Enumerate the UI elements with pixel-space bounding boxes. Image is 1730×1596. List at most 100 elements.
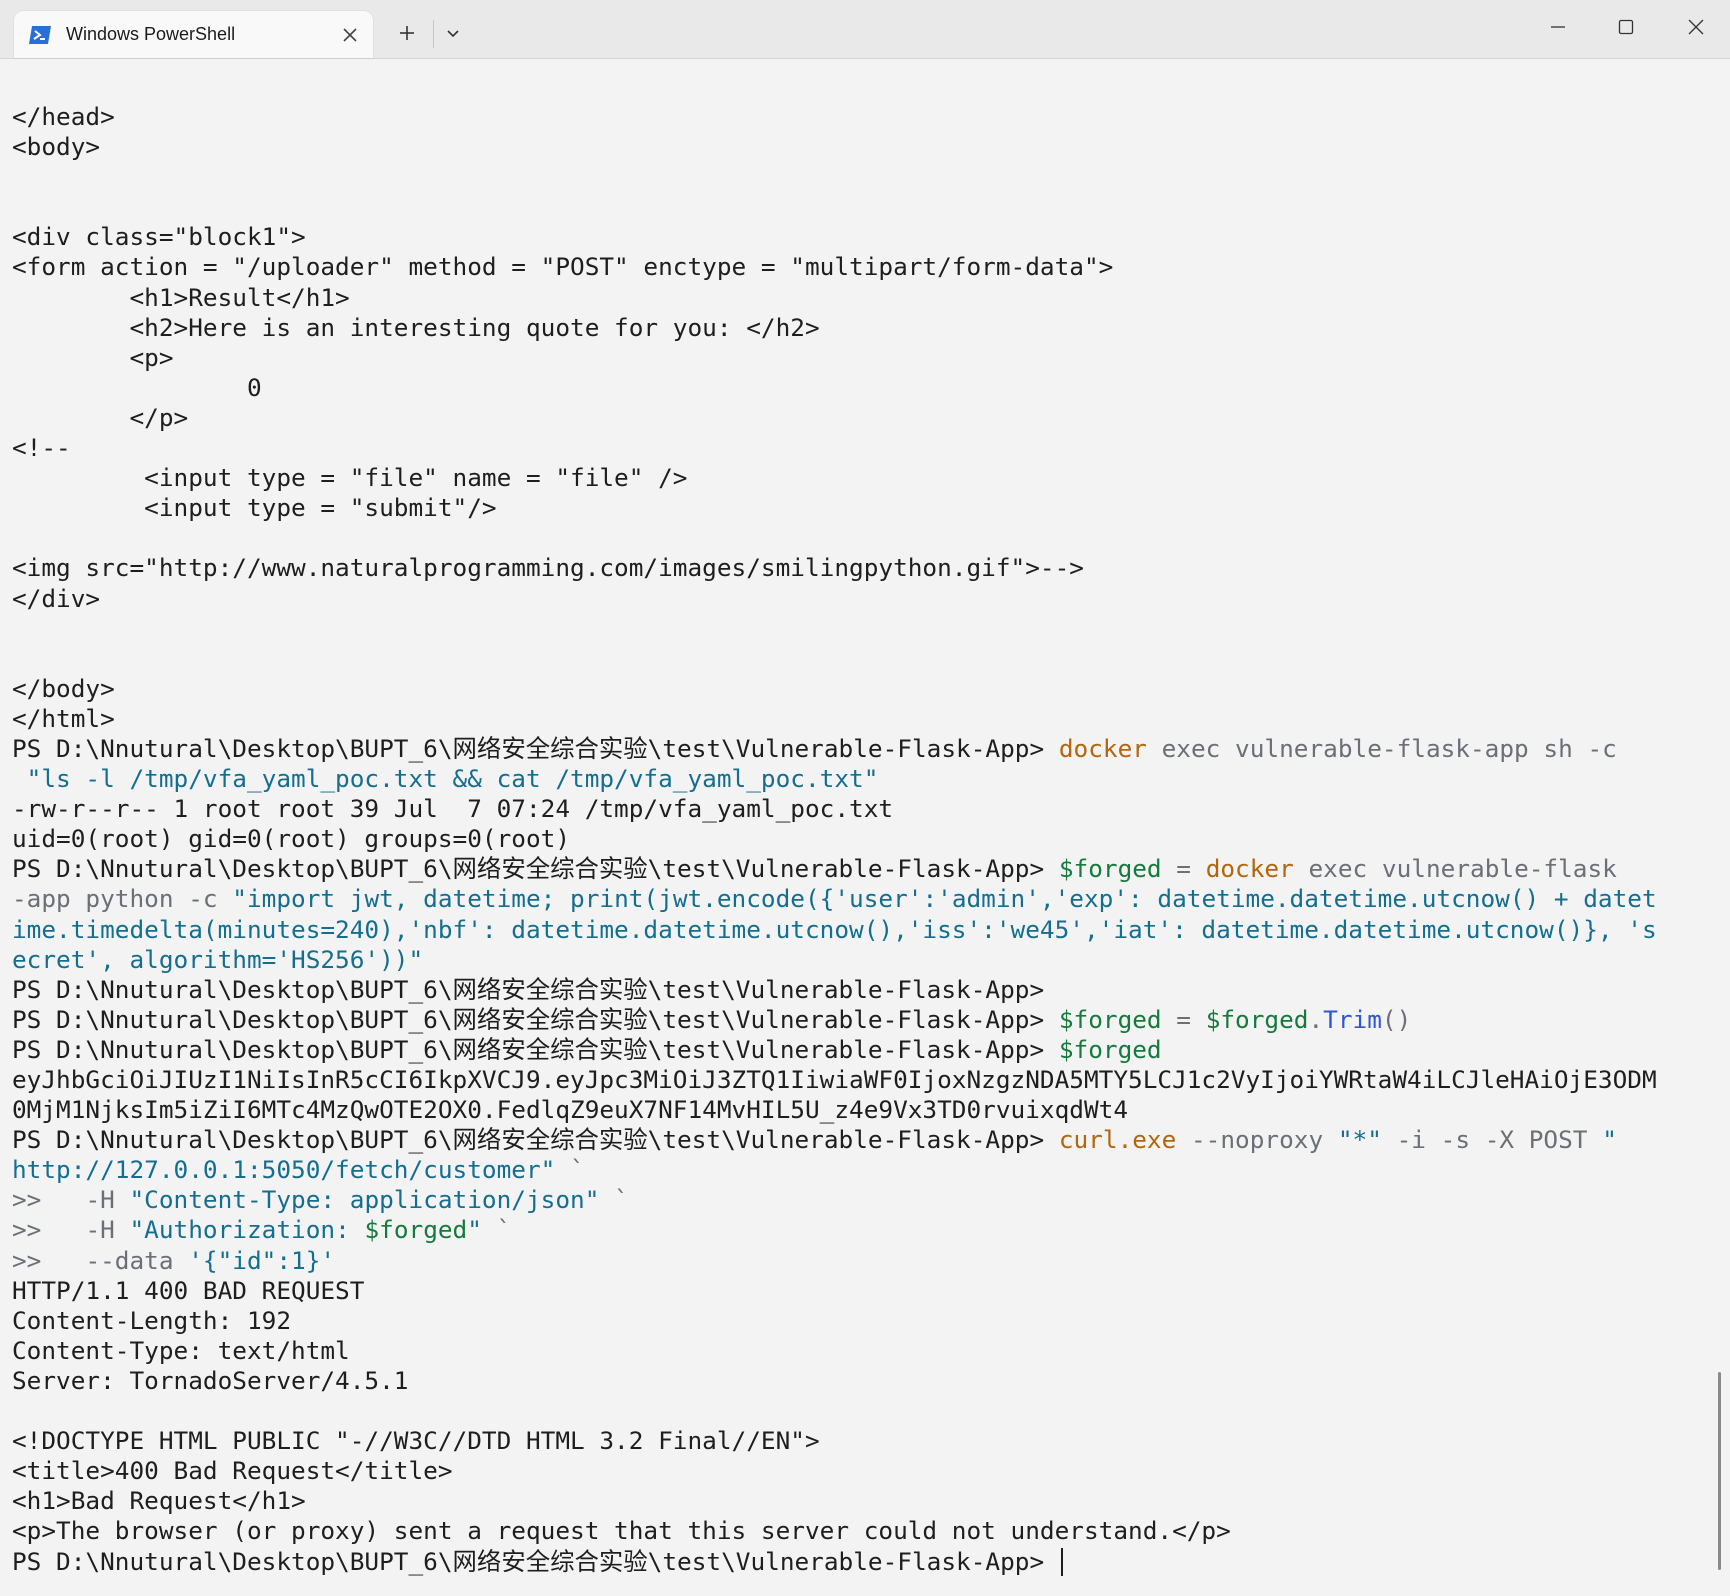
terminal-text: <input type = "submit"/> xyxy=(12,493,497,523)
terminal-text: 0 xyxy=(12,372,262,402)
terminal-text: </body> xyxy=(12,673,115,703)
terminal-line: <input type = "submit"/> xyxy=(12,493,1712,523)
terminal-text: 0MjM1NjksIm5iZiI6MTc4MzQwOTE2OX0.FedlqZ9… xyxy=(12,1095,1129,1125)
terminal-text: <h2>Here is an interesting quote for you… xyxy=(12,312,820,342)
terminal-text: <img src="http://www.naturalprogramming.… xyxy=(12,553,1084,583)
terminal-line: <!DOCTYPE HTML PUBLIC "-//W3C//DTD HTML … xyxy=(12,1426,1712,1456)
minimize-button[interactable] xyxy=(1543,14,1573,44)
terminal-text: >> xyxy=(12,1245,86,1275)
terminal-line: >> -H "Content-Type: application/json" ` xyxy=(12,1185,1712,1215)
terminal-text: -H xyxy=(85,1185,130,1215)
terminal-text: "*" xyxy=(1337,1125,1382,1155)
terminal-line: PS D:\Nnutural\Desktop\BUPT_6\网络安全综合实验\t… xyxy=(12,1035,1712,1065)
terminal-line: </div> xyxy=(12,584,1712,614)
title-bar: Windows PowerShell xyxy=(0,0,1730,59)
terminal-text: $forged xyxy=(1058,854,1162,884)
minimize-icon xyxy=(1549,18,1567,40)
terminal-text: <body> xyxy=(12,132,101,162)
terminal-text: Content-Length: 192 xyxy=(12,1305,292,1335)
terminal-text: <h1>Result</h1> xyxy=(12,282,350,312)
terminal-text: PS D:\Nnutural\Desktop\BUPT_6\网络安全综合实验\t… xyxy=(12,1034,1059,1064)
terminal-text: PS D:\Nnutural\Desktop\BUPT_6\网络安全综合实验\t… xyxy=(12,1546,1059,1576)
terminal-line: >> -H "Authorization: $forged" ` xyxy=(12,1215,1712,1245)
terminal-text: ` xyxy=(555,1155,585,1185)
terminal-text: --data xyxy=(85,1245,189,1275)
terminal-text: uid=0(root) gid=0(root) groups=0(root) xyxy=(12,824,571,854)
terminal-text: " xyxy=(467,1215,482,1245)
terminal-text: >> xyxy=(12,1185,86,1215)
terminal-line: HTTP/1.1 400 BAD REQUEST xyxy=(12,1276,1712,1306)
maximize-button[interactable] xyxy=(1611,14,1641,44)
terminal-output[interactable]: </head> <body> <div class="block1"> <form a… xyxy=(12,102,1712,1582)
terminal-line: "ls -l /tmp/vfa_yaml_poc.txt && cat /tmp… xyxy=(12,764,1712,794)
tab-dropdown-button[interactable] xyxy=(436,18,470,52)
terminal-text: . xyxy=(1308,1004,1324,1034)
terminal-line: <div class="block1"> xyxy=(12,222,1712,252)
powershell-icon xyxy=(28,25,52,45)
new-tab-button[interactable] xyxy=(390,18,424,52)
terminal-text: exec vulnerable-flask-app sh -c xyxy=(1146,733,1617,763)
terminal-text: exec vulnerable-flask xyxy=(1293,854,1617,884)
terminal-line: eyJhbGciOiJIUzI1NiIsInR5cCI6IkpXVCJ9.eyJ… xyxy=(12,1065,1712,1095)
terminal-line: ecret', algorithm='HS256'))" xyxy=(12,945,1712,975)
tab-title: Windows PowerShell xyxy=(66,24,236,44)
terminal-text: <form action = "/uploader" method = "POS… xyxy=(12,252,1114,282)
close-icon xyxy=(1687,18,1705,40)
terminal-text: <!DOCTYPE HTML PUBLIC "-//W3C//DTD HTML … xyxy=(12,1426,820,1456)
terminal-text: ` xyxy=(599,1185,629,1215)
terminal-text: $forged xyxy=(364,1215,468,1245)
terminal-text: --noproxy xyxy=(1176,1125,1338,1155)
terminal-text: <input type = "file" name = "file" /> xyxy=(12,463,688,493)
close-tab-icon[interactable] xyxy=(340,25,360,45)
terminal-line: <!-- xyxy=(12,433,1712,463)
terminal-text: $forged xyxy=(1205,1004,1309,1034)
terminal-line: <p> xyxy=(12,343,1712,373)
terminal-line: </body> xyxy=(12,674,1712,704)
terminal-text: '{"id":1}' xyxy=(188,1245,336,1275)
terminal-text: >> xyxy=(12,1215,86,1245)
terminal-line: <p>The browser (or proxy) sent a request… xyxy=(12,1516,1712,1546)
plus-icon xyxy=(398,24,416,46)
terminal-line: 0 xyxy=(12,373,1712,403)
terminal-line: -rw-r--r-- 1 root root 39 Jul 7 07:24 /t… xyxy=(12,794,1712,824)
terminal-text: -i -s -X POST xyxy=(1381,1125,1603,1155)
terminal-text: PS D:\Nnutural\Desktop\BUPT_6\网络安全综合实验\t… xyxy=(12,733,1059,763)
terminal-line: <h1>Result</h1> xyxy=(12,283,1712,313)
terminal-text: "Content-Type: application/json" xyxy=(129,1185,600,1215)
terminal-line: PS D:\Nnutural\Desktop\BUPT_6\网络安全综合实验\t… xyxy=(12,1005,1712,1035)
terminal-line: <h2>Here is an interesting quote for you… xyxy=(12,313,1712,343)
terminal-text: <!-- xyxy=(12,433,71,463)
terminal-text: <title>400 Bad Request</title> xyxy=(12,1456,453,1486)
terminal-line: <body> xyxy=(12,132,1712,162)
terminal-text: ` xyxy=(481,1215,512,1245)
maximize-icon xyxy=(1617,18,1635,40)
terminal-text: PS D:\Nnutural\Desktop\BUPT_6\网络安全综合实验\t… xyxy=(12,974,1045,1004)
terminal-text: PS D:\Nnutural\Desktop\BUPT_6\网络安全综合实验\t… xyxy=(12,1125,1059,1155)
terminal-line: PS D:\Nnutural\Desktop\BUPT_6\网络安全综合实验\t… xyxy=(12,975,1712,1005)
terminal-text: <p>The browser (or proxy) sent a request… xyxy=(12,1516,1231,1546)
terminal-text: " xyxy=(1602,1125,1617,1155)
terminal-text: <h1>Bad Request</h1> xyxy=(12,1486,306,1516)
terminal-text: $forged xyxy=(1058,1004,1162,1034)
terminal-line: PS D:\Nnutural\Desktop\BUPT_6\网络安全综合实验\t… xyxy=(12,854,1712,884)
terminal-text: docker xyxy=(1058,733,1147,763)
terminal-line: Server: TornadoServer/4.5.1 xyxy=(12,1366,1712,1396)
terminal-text: <div class="block1"> xyxy=(12,222,306,252)
terminal-text: Server: TornadoServer/4.5.1 xyxy=(12,1365,409,1395)
terminal-line: </head> xyxy=(12,102,1712,132)
terminal-text: Content-Type: text/html xyxy=(12,1335,350,1365)
close-window-button[interactable] xyxy=(1681,14,1711,44)
terminal-scrollbar[interactable] xyxy=(1718,1372,1721,1570)
terminal-text: = xyxy=(1161,1004,1206,1034)
terminal-line: Content-Length: 192 xyxy=(12,1306,1712,1336)
terminal-text: Trim xyxy=(1323,1004,1382,1034)
tab-windows-powershell[interactable]: Windows PowerShell xyxy=(14,11,373,58)
terminal-text: eyJhbGciOiJIUzI1NiIsInR5cCI6IkpXVCJ9.eyJ… xyxy=(12,1065,1657,1094)
terminal-line: </html> xyxy=(12,704,1712,734)
terminal-line: http://127.0.0.1:5050/fetch/customer" ` xyxy=(12,1155,1712,1185)
terminal-text: PS D:\Nnutural\Desktop\BUPT_6\网络安全综合实验\t… xyxy=(12,854,1059,884)
